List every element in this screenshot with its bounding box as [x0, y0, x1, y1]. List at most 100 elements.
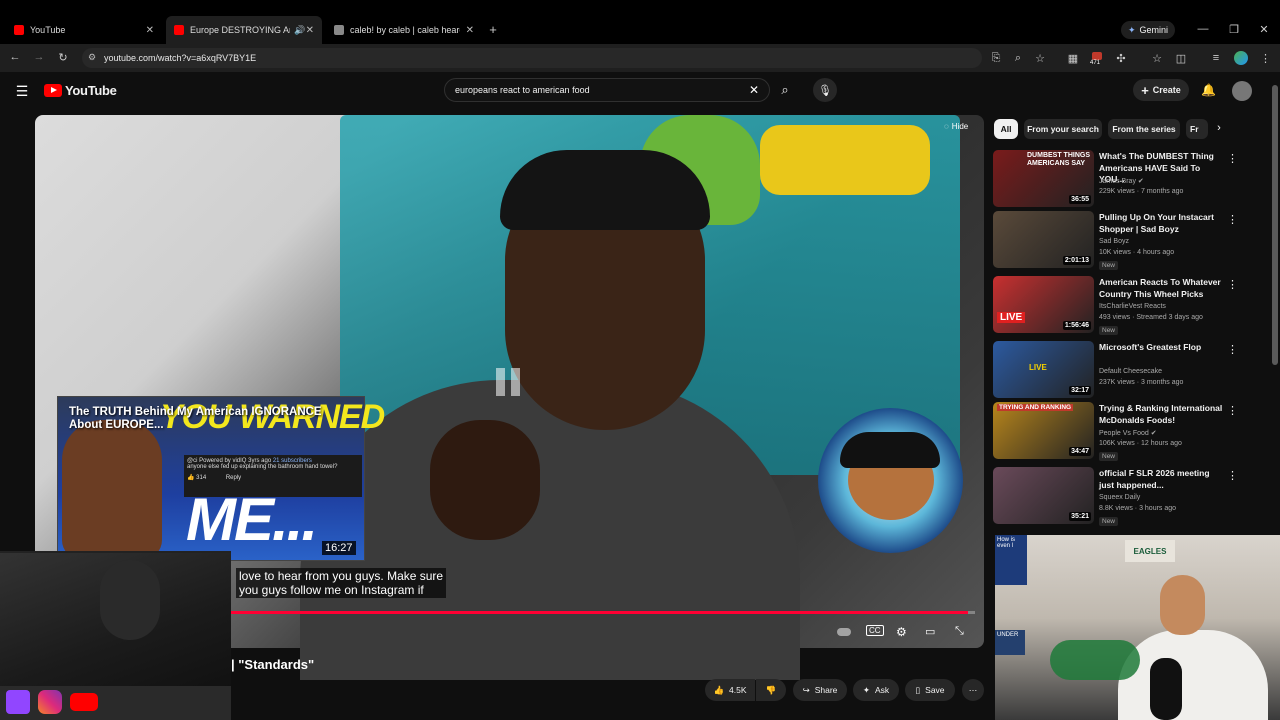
extension-badge-count: 471	[1090, 60, 1101, 66]
dislike-button[interactable]: 👎	[756, 679, 786, 701]
new-badge: New	[1099, 326, 1119, 335]
chip-label: From the series	[1112, 124, 1176, 134]
fullscreen-exit-icon[interactable]: ⤡	[955, 625, 964, 638]
close-window-icon[interactable]: ✕	[1258, 23, 1270, 36]
extension-icon[interactable]: ▦	[1067, 52, 1079, 65]
instagram-icon	[38, 690, 62, 714]
recommendation-item[interactable]: 35:21 official F SLR 2026 meeting just ha…	[993, 467, 1263, 526]
recommendation-channel[interactable]: People Vs Food ✔	[1099, 429, 1157, 437]
chip-from-the-series[interactable]: From the series	[1108, 119, 1180, 139]
recommendation-thumbnail[interactable]: 2:01:13	[993, 211, 1094, 268]
autoplay-toggle[interactable]	[837, 628, 851, 636]
more-options-icon[interactable]: ⋮	[1227, 469, 1238, 482]
site-info-icon[interactable]: ⚙	[88, 52, 96, 63]
hamburger-menu-icon[interactable]: ☰	[14, 83, 30, 100]
video-person-hand	[430, 420, 540, 540]
tab-caleb[interactable]: caleb! by caleb | caleb hearon | ✕	[326, 16, 482, 44]
maximize-icon[interactable]: ❐	[1228, 23, 1240, 36]
url-text: youtube.com/watch?v=a6xqRV7BY1E	[104, 53, 257, 63]
close-tab-icon[interactable]: ✕	[146, 25, 154, 36]
recommendation-title[interactable]: American Reacts To Whatever Country This…	[1099, 277, 1224, 300]
recommendation-item[interactable]: 32:17 LIVE Microsoft's Greatest Flop Defaul…	[993, 341, 1263, 399]
chip-from-your-search[interactable]: From your search	[1024, 119, 1102, 139]
url-field[interactable]: ⚙ youtube.com/watch?v=a6xqRV7BY1E	[82, 48, 982, 68]
recommendation-title[interactable]: Pulling Up On Your Instacart Shopper | S…	[1099, 212, 1224, 235]
search-input[interactable]: europeans react to american food ✕	[444, 78, 770, 102]
voice-search-button[interactable]: 🎙	[813, 78, 837, 102]
forward-icon[interactable]: →	[32, 51, 46, 63]
bookmark-star-icon[interactable]: ☆	[1034, 52, 1046, 65]
extension-badge-icon[interactable]: 471	[1090, 52, 1104, 66]
more-options-icon[interactable]: ⋮	[1227, 152, 1238, 165]
recommendation-channel[interactable]: Sad Boyz	[1099, 238, 1129, 245]
account-avatar[interactable]	[1232, 81, 1252, 101]
settings-gear-icon[interactable]: ⚙	[896, 625, 907, 639]
create-button[interactable]: + Create	[1133, 79, 1189, 101]
more-options-icon[interactable]: ⋮	[1227, 278, 1238, 291]
captions-button[interactable]: CC	[866, 625, 884, 636]
recommendation-item[interactable]: 36:55 DUMBEST THINGS AMERICANS SAY What's …	[993, 150, 1263, 208]
new-tab-icon[interactable]: +	[486, 22, 500, 37]
miniplayer-icon[interactable]: ▭	[925, 625, 935, 638]
clear-search-icon[interactable]: ✕	[749, 83, 759, 97]
puzzle-icon[interactable]: ✣	[1115, 52, 1127, 65]
save-button[interactable]: ▯ Save	[905, 679, 955, 701]
chip-all[interactable]: All	[994, 119, 1018, 139]
more-options-icon[interactable]: ⋮	[1227, 343, 1238, 356]
recommendation-thumbnail[interactable]: 1:56:46 LIVE	[993, 276, 1094, 333]
youtube-favicon-icon	[174, 25, 184, 35]
profile-avatar[interactable]	[1234, 51, 1248, 65]
video-person-bandana	[500, 150, 710, 230]
share-button[interactable]: ↪ Share	[793, 679, 847, 701]
tab-europe-destroying[interactable]: Europe DESTROYING Ame 🔊 ✕	[166, 16, 322, 44]
recommendation-title[interactable]: Trying & Ranking International McDonalds…	[1099, 403, 1224, 426]
sidepanel-icon[interactable]: ◫	[1175, 52, 1187, 65]
video-progress-bar[interactable]	[231, 611, 975, 614]
browser-menu-icon[interactable]: ⋮	[1260, 52, 1271, 65]
minimize-icon[interactable]: —	[1197, 23, 1209, 35]
hide-overlay-button[interactable]: ◌ Hide	[944, 122, 968, 131]
back-icon[interactable]: ←	[8, 51, 22, 63]
search-button[interactable]: ⌕	[770, 78, 800, 102]
speaker-icon[interactable]: 🔊	[294, 25, 305, 36]
close-tab-icon[interactable]: ✕	[306, 25, 314, 36]
recommendation-thumbnail[interactable]: 36:55 DUMBEST THINGS AMERICANS SAY	[993, 150, 1094, 207]
pip-comment-text: anyone else fed up explaining the bathro…	[187, 464, 338, 470]
page-scrollbar[interactable]	[1272, 85, 1278, 365]
chevron-right-icon[interactable]: ›	[1213, 122, 1225, 134]
recommendation-item[interactable]: 2:01:13 Pulling Up On Your Instacart Shop…	[993, 211, 1263, 270]
bookmarks-icon[interactable]: ☆	[1151, 52, 1163, 65]
recommendation-duration: 1:56:46	[1062, 321, 1091, 330]
recommendation-channel[interactable]: Squeex Daily	[1099, 494, 1140, 501]
notifications-bell-icon[interactable]: 🔔	[1201, 83, 1216, 97]
more-options-icon[interactable]: ⋮	[1227, 404, 1238, 417]
pause-icon[interactable]	[496, 368, 522, 396]
like-button[interactable]: 👍 4.5K	[705, 679, 755, 701]
zoom-icon[interactable]: ⌕	[1012, 52, 1024, 65]
reload-icon[interactable]: ↻	[56, 51, 70, 64]
install-icon[interactable]: ⎘	[990, 52, 1002, 65]
recommendation-thumbnail[interactable]: 34:47 TRYING AND RANKING	[993, 402, 1094, 459]
sparkle-icon: ✦	[862, 684, 870, 695]
tab-youtube[interactable]: YouTube ✕	[6, 16, 162, 44]
more-options-icon[interactable]: ⋮	[1227, 213, 1238, 226]
recommendation-channel[interactable]: ItsCharlieVest Reacts	[1099, 303, 1166, 310]
recommendation-channel[interactable]: Default Cheesecake	[1099, 368, 1162, 375]
stream-microphone	[1150, 658, 1182, 720]
close-tab-icon[interactable]: ✕	[466, 25, 474, 36]
ask-button[interactable]: ✦ Ask	[853, 679, 899, 701]
channel-mascot-hair	[840, 432, 940, 468]
recommendation-thumbnail[interactable]: 35:21	[993, 467, 1094, 524]
recommendation-title[interactable]: Microsoft's Greatest Flop	[1099, 342, 1224, 354]
recommendation-title[interactable]: official F SLR 2026 meeting just happene…	[1099, 468, 1224, 491]
more-actions-button[interactable]: ⋯	[962, 679, 984, 701]
youtube-logo[interactable]: YouTube	[44, 83, 117, 98]
channel-name: James Bray	[1099, 178, 1136, 185]
chip-more[interactable]: Fr	[1186, 119, 1208, 139]
recommendation-item[interactable]: 1:56:46 LIVE American Reacts To Whatever C…	[993, 276, 1263, 335]
gemini-button[interactable]: ✦ Gemini	[1121, 21, 1175, 39]
media-icon[interactable]: ≡	[1210, 52, 1222, 64]
recommendation-item[interactable]: 34:47 TRYING AND RANKING Trying & Ranking …	[993, 402, 1263, 461]
recommendation-thumbnail[interactable]: 32:17 LIVE	[993, 341, 1094, 398]
recommendation-channel[interactable]: James Bray ✔	[1099, 177, 1144, 185]
